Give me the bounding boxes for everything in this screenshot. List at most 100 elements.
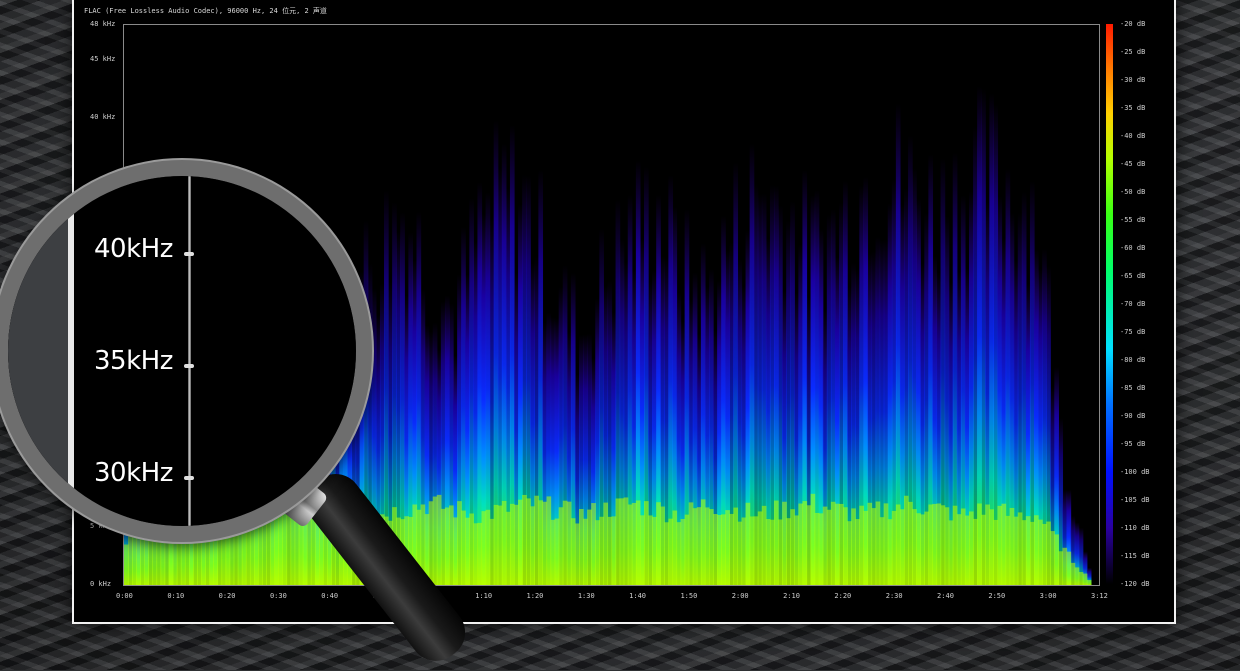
- low-band-column: [920, 514, 925, 585]
- low-band-column: [839, 503, 844, 585]
- y-tick-label: 0 kHz: [90, 580, 112, 588]
- low-band-column: [627, 504, 633, 585]
- low-band-column: [1029, 521, 1035, 585]
- low-band-column: [940, 505, 946, 585]
- low-band-column: [883, 503, 889, 585]
- colorbar-tick-label: -100 dB: [1120, 468, 1150, 476]
- colorbar-tick-label: -110 dB: [1120, 524, 1150, 532]
- low-band-column: [160, 537, 166, 585]
- y-tick-label: 48 kHz: [90, 20, 116, 28]
- magnifier-axis-line: [188, 176, 191, 526]
- low-band-column: [664, 522, 669, 585]
- y-tick-label: 40 kHz: [90, 113, 116, 122]
- low-band-column: [1070, 562, 1076, 585]
- colorbar-tick-label: -80 dB: [1120, 356, 1146, 364]
- magnifier-tick-40: [184, 252, 194, 256]
- low-band-column: [822, 506, 828, 585]
- low-band-column: [570, 518, 576, 585]
- low-band-column: [1009, 507, 1015, 585]
- low-band-column: [595, 520, 600, 585]
- low-band-column: [879, 517, 885, 585]
- colorbar-tick-label: -70 dB: [1120, 300, 1146, 308]
- low-band-column: [526, 498, 531, 585]
- low-band-column: [904, 495, 909, 585]
- low-band-column: [501, 500, 507, 585]
- low-band-column: [241, 529, 247, 585]
- low-band-column: [124, 544, 129, 585]
- low-band-column: [1086, 579, 1092, 585]
- low-band-column: [757, 511, 763, 585]
- x-tick-label: 2:10: [783, 592, 800, 600]
- low-band-column: [729, 513, 734, 585]
- low-band-column: [834, 503, 840, 585]
- low-band-column: [794, 515, 799, 585]
- low-band-column: [704, 507, 710, 585]
- low-band-column: [993, 519, 999, 585]
- low-band-column: [688, 502, 694, 585]
- low-band-column: [436, 494, 442, 585]
- colorbar-tick-label: -120 dB: [1120, 580, 1150, 588]
- low-band-column: [1042, 523, 1047, 585]
- low-band-column: [635, 500, 641, 585]
- low-band-column: [1058, 551, 1064, 585]
- low-band-column: [656, 502, 661, 585]
- low-band-column: [672, 510, 678, 585]
- low-band-column: [550, 519, 556, 585]
- low-band-column: [639, 515, 645, 585]
- low-band-column: [1046, 521, 1051, 585]
- low-band-column: [1054, 534, 1059, 585]
- low-band-column: [692, 508, 698, 585]
- magnifier-label-40khz: 40kHz: [94, 234, 173, 264]
- x-tick-label: 2:50: [988, 592, 1006, 600]
- low-band-column: [583, 518, 588, 585]
- low-band-column: [786, 518, 791, 585]
- low-band-column: [1021, 520, 1027, 585]
- low-band-column: [660, 506, 665, 585]
- low-band-column: [270, 519, 275, 585]
- low-band-column: [985, 504, 990, 585]
- low-band-column: [887, 519, 893, 585]
- file-info-text: FLAC (Free Lossless Audio Codec), 96000 …: [84, 7, 327, 15]
- low-band-column: [1066, 551, 1072, 585]
- low-band-column: [481, 511, 487, 585]
- low-band-column: [895, 504, 901, 585]
- low-band-column: [749, 516, 755, 585]
- low-band-column: [891, 510, 897, 585]
- magnifier-frame-bg: [8, 176, 68, 526]
- low-band-column: [587, 509, 592, 585]
- low-band-column: [899, 509, 905, 585]
- low-band-column: [696, 507, 702, 585]
- low-band-column: [432, 496, 438, 585]
- low-band-column: [611, 516, 617, 585]
- low-band-column: [741, 517, 747, 585]
- low-band-column: [514, 504, 519, 585]
- low-band-column: [428, 501, 434, 585]
- colorbar-tick-label: -90 dB: [1120, 412, 1146, 420]
- low-band-column: [753, 516, 759, 585]
- low-band-column: [916, 513, 921, 585]
- x-tick-label: 0:20: [218, 592, 236, 600]
- low-band-column: [721, 514, 726, 585]
- low-band-column: [603, 502, 609, 585]
- low-band-column: [522, 494, 527, 585]
- low-band-column: [875, 501, 881, 585]
- low-band-column: [619, 498, 625, 585]
- low-band-column: [818, 513, 824, 585]
- low-band-column: [1038, 519, 1043, 585]
- colorbar-tick-label: -60 dB: [1120, 244, 1146, 252]
- low-band-column: [648, 515, 653, 585]
- colorbar-tick-label: -35 dB: [1120, 104, 1146, 112]
- low-band-column: [782, 501, 787, 585]
- low-band-column: [956, 514, 962, 585]
- x-tick-label: 3:00: [1039, 592, 1057, 600]
- x-tick-label: 0:40: [321, 592, 339, 600]
- low-band-column: [574, 523, 580, 585]
- low-band-column: [778, 519, 783, 585]
- low-band-column: [449, 505, 454, 585]
- low-band-column: [948, 520, 954, 585]
- low-band-column: [769, 519, 775, 585]
- low-band-column: [1005, 515, 1011, 585]
- low-band-column: [538, 500, 544, 585]
- low-band-column: [132, 532, 137, 585]
- magnifier-tick-30: [184, 476, 194, 480]
